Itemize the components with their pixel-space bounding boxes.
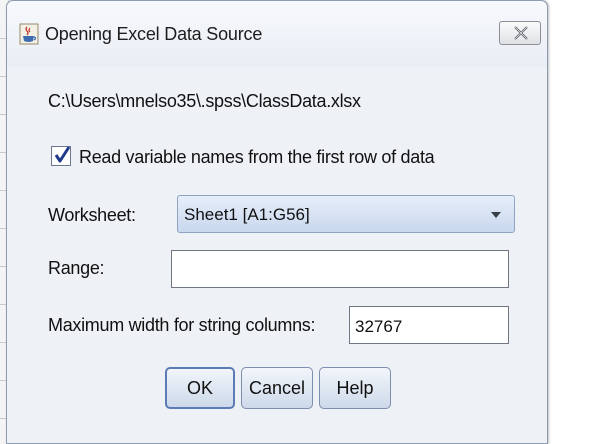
worksheet-label: Worksheet: [48,205,136,225]
close-x-icon [514,26,528,40]
range-input[interactable] [171,250,509,288]
dialog-title: Opening Excel Data Source [45,24,263,44]
java-coffee-cup-icon [19,23,39,45]
help-button[interactable]: Help [319,367,391,409]
max-width-input[interactable]: 32767 [349,306,509,344]
title-bar[interactable]: Opening Excel Data Source [7,1,547,67]
ok-button[interactable]: OK [165,367,235,409]
worksheet-selected-value: Sheet1 [A1:G56] [184,205,310,224]
max-width-label: Maximum width for string columns: [48,315,316,335]
close-button[interactable] [499,21,541,45]
check-mark-icon [54,146,71,163]
triangle-down-icon [491,212,501,218]
read-names-checkbox[interactable] [51,146,71,166]
read-names-label[interactable]: Read variable names from the first row o… [79,147,435,168]
excel-data-source-dialog: Opening Excel Data Source C:\Users\mnels… [6,0,548,444]
range-label: Range: [48,258,105,278]
worksheet-dropdown[interactable]: Sheet1 [A1:G56] [177,195,515,233]
max-width-input-value: 32767 [355,317,403,336]
cancel-button[interactable]: Cancel [241,367,313,409]
file-path-text: C:\Users\mnelso35\.spss\ClassData.xlsx [48,91,361,111]
